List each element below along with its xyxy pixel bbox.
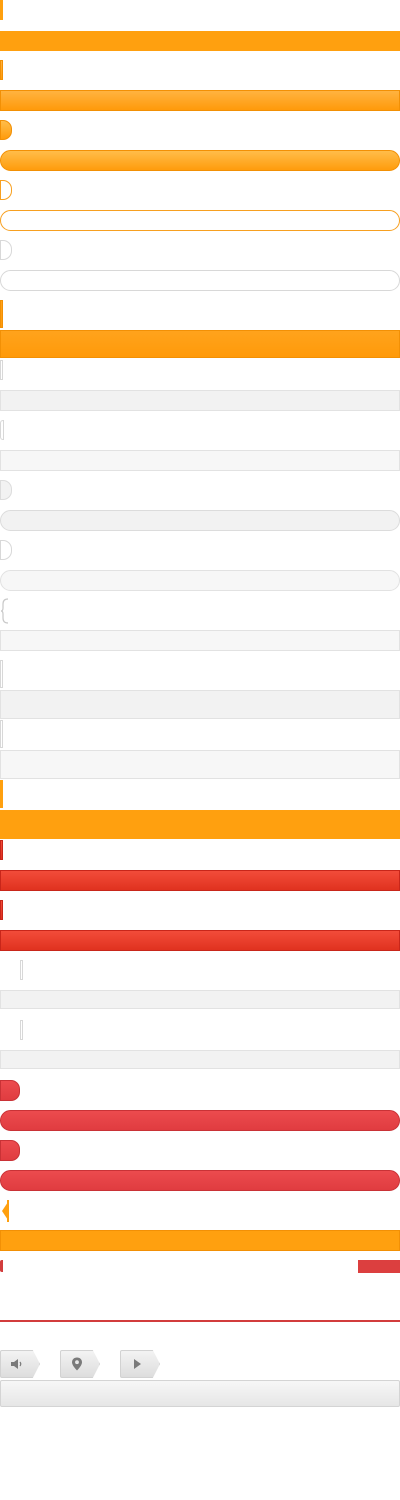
- orange-tall-bar[interactable]: [0, 330, 400, 358]
- play-button[interactable]: [120, 1350, 160, 1378]
- red-gradient-bar-2[interactable]: [0, 930, 400, 951]
- coral-pill[interactable]: [0, 1110, 400, 1131]
- grey-tall-light-handle: [0, 720, 3, 748]
- orange-outline-handle: [0, 180, 12, 200]
- grey-small-tick: [20, 960, 23, 980]
- grey-tall-handle: [0, 660, 3, 688]
- grey-brace-bar[interactable]: [0, 630, 400, 651]
- grey-flat-bar[interactable]: [0, 390, 400, 411]
- red-handle-2: [0, 900, 3, 920]
- red-left-accent: [0, 1260, 3, 1272]
- grey-outline-pill[interactable]: [0, 270, 400, 291]
- grey-light-pill-handle: [0, 540, 12, 560]
- grey-bar-4[interactable]: [0, 1050, 400, 1069]
- red-handle: [0, 840, 3, 860]
- red-divider: [0, 1320, 400, 1322]
- orange-tall-flat-handle: [0, 780, 3, 808]
- bottom-toolbar-bar[interactable]: [0, 1380, 400, 1407]
- grey-bar-3[interactable]: [0, 990, 400, 1009]
- red-gradient-bar[interactable]: [0, 870, 400, 891]
- coral-pill-handle-2: [0, 1140, 20, 1161]
- play-icon: [134, 1359, 141, 1369]
- location-pin-icon: [72, 1357, 82, 1371]
- orange-arrow-handle: [0, 1200, 10, 1222]
- orange-flat-bar-2[interactable]: [0, 1230, 400, 1251]
- volume-icon: [11, 1359, 22, 1369]
- coral-pill-handle: [0, 1080, 20, 1101]
- volume-button[interactable]: [0, 1350, 40, 1378]
- coral-pill-2[interactable]: [0, 1170, 400, 1191]
- grey-light-pill[interactable]: [0, 570, 400, 591]
- grey-tall-bar[interactable]: [0, 690, 400, 719]
- orange-gradient-pill[interactable]: [0, 150, 400, 171]
- orange-bar-handle: [0, 0, 3, 20]
- orange-outline-pill[interactable]: [0, 210, 400, 231]
- orange-gradient-bar[interactable]: [0, 90, 400, 111]
- grey-light-bar[interactable]: [0, 450, 400, 471]
- location-button[interactable]: [60, 1350, 100, 1378]
- grey-tall-light-bar[interactable]: [0, 750, 400, 779]
- orange-flat-bar[interactable]: [0, 31, 400, 51]
- grey-pill-handle: [0, 480, 12, 500]
- orange-tall-flat-bar[interactable]: [0, 810, 400, 839]
- red-tab-button[interactable]: [358, 1260, 400, 1273]
- brace-handle: [0, 598, 10, 624]
- grey-outline-handle: [0, 240, 12, 260]
- grey-pill[interactable]: [0, 510, 400, 531]
- grey-flat-handle: [0, 360, 3, 380]
- orange-tall-handle: [0, 300, 3, 328]
- orange-pill-handle: [0, 120, 12, 140]
- orange-gradient-handle: [0, 60, 3, 80]
- grey-small-tick-2: [20, 1020, 23, 1040]
- grey-light-handle: [0, 420, 4, 440]
